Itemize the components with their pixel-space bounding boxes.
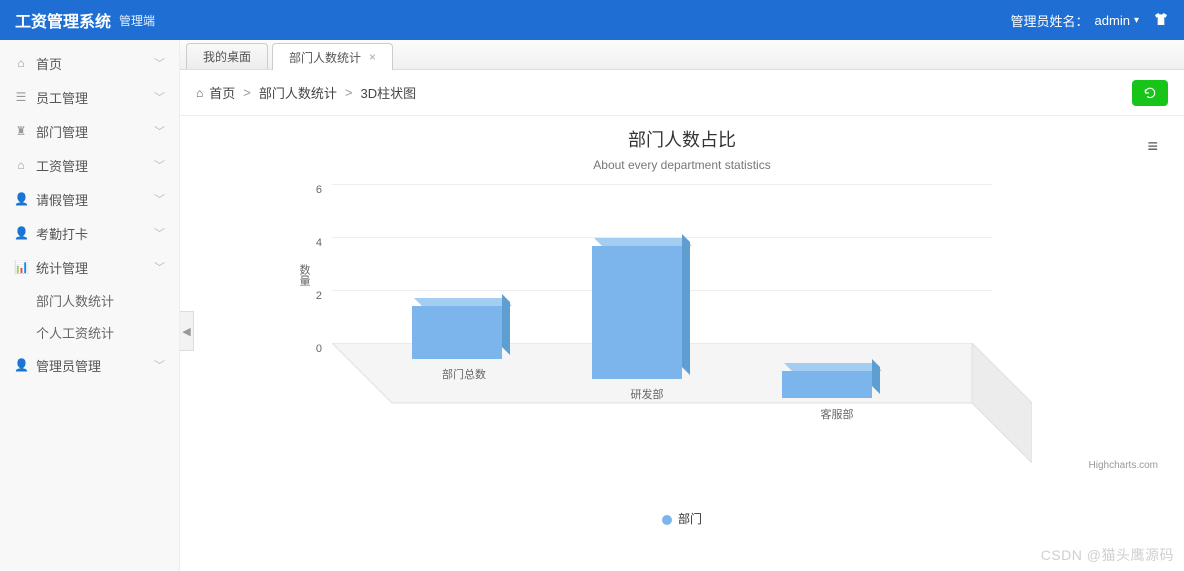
nav-label: 员工管理 xyxy=(36,88,88,107)
nav-label: 管理员管理 xyxy=(36,356,101,375)
chevron-down-icon: ﹀ xyxy=(154,157,165,173)
chevron-down-icon: ﹀ xyxy=(154,89,165,105)
close-icon[interactable]: × xyxy=(369,50,376,64)
chevron-down-icon: ﹀ xyxy=(154,225,165,241)
tab-desktop[interactable]: 我的桌面 xyxy=(186,43,268,69)
chevron-down-icon: ﹀ xyxy=(154,357,165,373)
bar-label-2: 客服部 xyxy=(821,406,854,422)
ytick-0: 0 xyxy=(302,343,322,355)
clock-icon: 👤 xyxy=(14,226,28,240)
nav-personal-salary-stats[interactable]: 个人工资统计 xyxy=(0,316,179,348)
legend-dot-icon xyxy=(662,515,672,525)
chart-legend[interactable]: 部门 xyxy=(200,510,1164,527)
tab-label: 部门人数统计 xyxy=(289,49,361,66)
nav-salary[interactable]: ⌂ 工资管理 ﹀ xyxy=(0,148,179,182)
nav-leave[interactable]: 👤 请假管理 ﹀ xyxy=(0,182,179,216)
nav-label: 统计管理 xyxy=(36,258,88,277)
ytick-2: 2 xyxy=(302,290,322,302)
tabs: 我的桌面 部门人数统计 × xyxy=(180,40,1184,70)
nav-sub-label: 部门人数统计 xyxy=(36,291,114,310)
sidebar: ⌂ 首页 ﹀ ☰ 员工管理 ﹀ ♜ 部门管理 ﹀ ⌂ 工资管理 ﹀ 👤 请假管理… xyxy=(0,40,180,571)
bar-dept-total[interactable] xyxy=(412,306,502,359)
nav-label: 部门管理 xyxy=(36,122,88,141)
ytick-4: 4 xyxy=(302,237,322,249)
admin-label: 管理员姓名： xyxy=(1011,11,1089,30)
home-icon: ⌂ xyxy=(14,56,28,70)
nav-department[interactable]: ♜ 部门管理 ﹀ xyxy=(0,114,179,148)
breadcrumb-bar: ⌂ 首页 > 部门人数统计 > 3D柱状图 xyxy=(180,70,1184,116)
nav-sub-label: 个人工资统计 xyxy=(36,323,114,342)
nav-attendance[interactable]: 👤 考勤打卡 ﹀ xyxy=(0,216,179,250)
bar-label-0: 部门总数 xyxy=(442,366,486,382)
y-axis-label: 数量 xyxy=(296,264,312,286)
user-dropdown-caret[interactable]: ▾ xyxy=(1134,15,1139,26)
topbar: 工资管理系统 管理端 管理员姓名： admin ▾ xyxy=(0,0,1184,40)
refresh-button[interactable] xyxy=(1132,80,1168,106)
chevron-up-icon: ︿ xyxy=(154,259,165,275)
nav-label: 工资管理 xyxy=(36,156,88,175)
nav-label: 请假管理 xyxy=(36,190,88,209)
refresh-icon xyxy=(1143,86,1157,100)
app-subtitle: 管理端 xyxy=(119,12,155,29)
ytick-6: 6 xyxy=(302,184,322,196)
crumb-3d: 3D柱状图 xyxy=(360,83,416,102)
sitemap-icon: ♜ xyxy=(14,124,28,138)
tab-dept-stats[interactable]: 部门人数统计 × xyxy=(272,43,393,70)
bar-customer[interactable] xyxy=(782,371,872,398)
chart-plot: 6 4 2 0 数量 xyxy=(302,184,1062,504)
chart-credit[interactable]: Highcharts.com xyxy=(1089,460,1158,471)
nav-label: 考勤打卡 xyxy=(36,224,88,243)
main-area: 我的桌面 部门人数统计 × ⌂ 首页 > 部门人数统计 > 3D柱状图 ≡ 部门… xyxy=(180,40,1184,571)
home-icon: ⌂ xyxy=(196,86,203,100)
bar-label-1: 研发部 xyxy=(631,386,664,402)
admin-name[interactable]: admin xyxy=(1095,13,1130,28)
chart-container: ≡ 部门人数占比 About every department statisti… xyxy=(180,116,1184,571)
tab-label: 我的桌面 xyxy=(203,48,251,65)
watermark: CSDN @猫头鹰源码 xyxy=(1041,545,1174,565)
admin-icon: 👤 xyxy=(14,358,28,372)
crumb-home[interactable]: 首页 xyxy=(209,83,235,102)
user-icon: ☰ xyxy=(14,90,28,104)
chart-icon: 📊 xyxy=(14,260,28,274)
chart-subtitle: About every department statistics xyxy=(200,158,1164,172)
app-brand: 工资管理系统 xyxy=(15,8,111,32)
chart-title: 部门人数占比 xyxy=(200,126,1164,152)
crumb-dept-stats[interactable]: 部门人数统计 xyxy=(259,83,337,102)
person-icon: 👤 xyxy=(14,192,28,206)
chevron-down-icon: ﹀ xyxy=(154,55,165,71)
nav-admin[interactable]: 👤 管理员管理 ﹀ xyxy=(0,348,179,382)
nav-dept-stats[interactable]: 部门人数统计 xyxy=(0,284,179,316)
nav-statistics-submenu: 部门人数统计 个人工资统计 xyxy=(0,284,179,348)
chevron-down-icon: ﹀ xyxy=(154,123,165,139)
nav-statistics[interactable]: 📊 统计管理 ︿ xyxy=(0,250,179,284)
nav-home[interactable]: ⌂ 首页 ﹀ xyxy=(0,46,179,80)
legend-label: 部门 xyxy=(678,512,702,526)
nav-employee[interactable]: ☰ 员工管理 ﹀ xyxy=(0,80,179,114)
chart-menu-icon[interactable]: ≡ xyxy=(1147,136,1158,157)
theme-icon[interactable] xyxy=(1153,11,1169,30)
money-icon: ⌂ xyxy=(14,158,28,172)
nav-label: 首页 xyxy=(36,54,62,73)
chevron-down-icon: ﹀ xyxy=(154,191,165,207)
bar-rd[interactable] xyxy=(592,246,682,379)
